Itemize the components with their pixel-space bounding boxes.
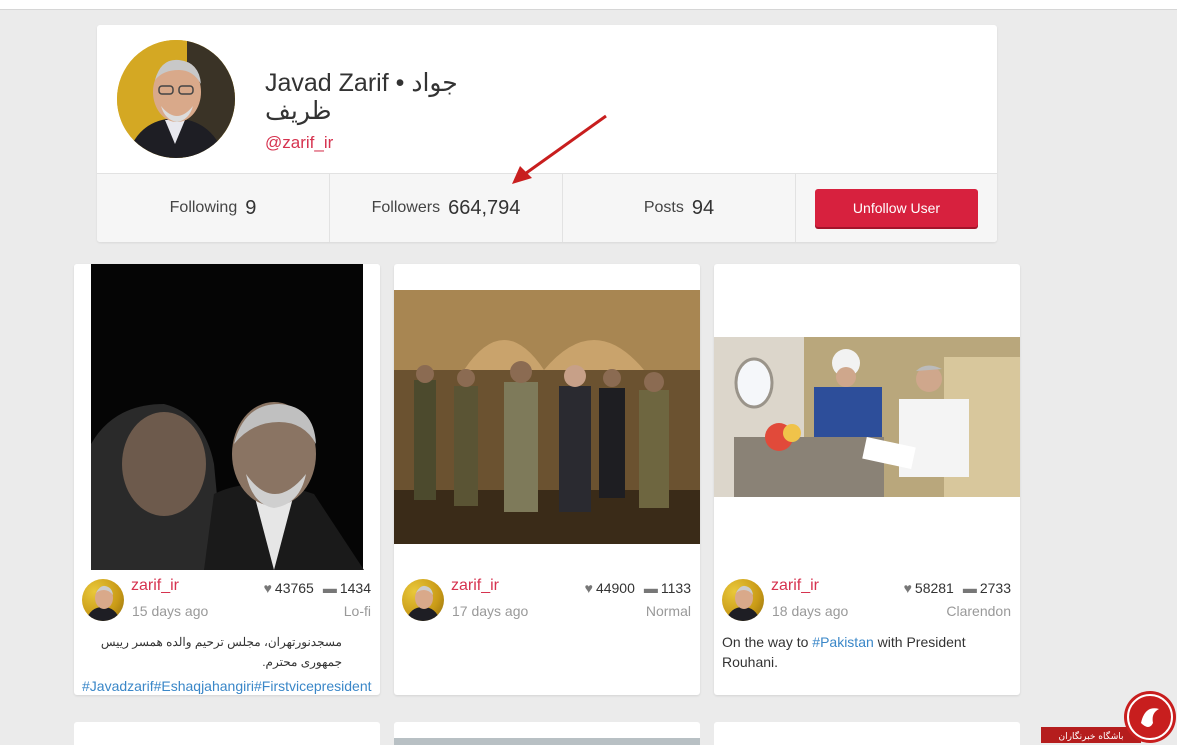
red-arrow-annotation bbox=[512, 114, 607, 184]
post-time: 15 days ago bbox=[132, 603, 209, 619]
post-filter: Lo-fi bbox=[343, 603, 371, 619]
post-image[interactable] bbox=[394, 290, 700, 544]
post-filter: Clarendon bbox=[946, 603, 1011, 619]
post-stats: ♥ 44900 ▬ 1133 bbox=[585, 580, 691, 596]
like-count: 58281 bbox=[914, 580, 954, 596]
caption-hashtag[interactable]: #Pakistan bbox=[812, 634, 873, 650]
post-image[interactable] bbox=[74, 264, 380, 570]
heart-icon[interactable]: ♥ bbox=[264, 580, 272, 596]
caption-persian: مسجدنورتهران، مجلس ترحیم والده همسر رییس… bbox=[100, 635, 342, 669]
post-card[interactable]: zarif_ir 18 days ago ♥ 58281 ▬ 2733 Clar… bbox=[714, 264, 1020, 695]
comment-icon[interactable]: ▬ bbox=[323, 580, 337, 596]
post-avatar[interactable] bbox=[82, 579, 124, 621]
profile-name-line2: ظریف bbox=[265, 97, 332, 125]
like-count: 44900 bbox=[595, 580, 635, 596]
post-card-partial[interactable] bbox=[394, 722, 700, 745]
post-username[interactable]: zarif_ir bbox=[451, 577, 499, 595]
following-count: 9 bbox=[245, 196, 257, 219]
caption-hashtags[interactable]: #Javadzarif#Eshaqjahangiri#Firstvicepres… bbox=[82, 676, 378, 695]
post-image-partial bbox=[394, 738, 700, 745]
post-caption: مسجدنورتهران، مجلس ترحیم والده همسر رییس… bbox=[82, 632, 378, 695]
post-stats: ♥ 43765 ▬ 1434 bbox=[264, 580, 371, 596]
like-count: 43765 bbox=[274, 580, 314, 596]
browser-top-edge bbox=[0, 0, 1177, 10]
followers-count: 664,794 bbox=[448, 196, 521, 219]
profile-avatar[interactable] bbox=[117, 40, 235, 158]
comment-count: 2733 bbox=[979, 580, 1011, 596]
post-avatar[interactable] bbox=[722, 579, 764, 621]
post-username[interactable]: zarif_ir bbox=[771, 577, 819, 595]
followers-label: Followers bbox=[371, 199, 441, 216]
posts-label: Posts bbox=[643, 199, 684, 216]
posts-count: 94 bbox=[691, 196, 715, 219]
post-stats: ♥ 58281 ▬ 2733 bbox=[904, 580, 1011, 596]
profile-name-line1: Javad Zarif • جواد bbox=[265, 69, 458, 97]
heart-icon[interactable]: ♥ bbox=[585, 580, 593, 596]
post-avatar[interactable] bbox=[402, 579, 444, 621]
caption-text-pre: On the way to bbox=[722, 634, 813, 650]
post-card-partial[interactable] bbox=[74, 722, 380, 745]
comment-icon[interactable]: ▬ bbox=[963, 580, 977, 596]
post-image[interactable] bbox=[714, 337, 1020, 497]
comment-icon[interactable]: ▬ bbox=[644, 580, 658, 596]
post-caption: On the way to #Pakistan with President R… bbox=[722, 632, 1018, 672]
comment-count: 1133 bbox=[660, 580, 691, 596]
unfollow-button[interactable]: Unfollow User bbox=[815, 189, 978, 227]
post-card[interactable]: zarif_ir 17 days ago ♥ 44900 ▬ 1133 Norm… bbox=[394, 264, 700, 695]
following-label: Following bbox=[169, 199, 238, 216]
following-stat[interactable]: Following 9 bbox=[97, 174, 330, 242]
post-time: 17 days ago bbox=[452, 603, 529, 619]
profile-handle[interactable]: @zarif_ir bbox=[265, 133, 333, 153]
post-username[interactable]: zarif_ir bbox=[131, 577, 179, 595]
post-card[interactable]: zarif_ir 15 days ago ♥ 43765 ▬ 1434 Lo-f… bbox=[74, 264, 380, 695]
post-filter: Normal bbox=[645, 603, 691, 619]
post-card-partial[interactable] bbox=[714, 722, 1020, 745]
profile-name: Javad Zarif • جواد ظریف bbox=[265, 69, 525, 125]
post-time: 18 days ago bbox=[772, 603, 849, 619]
comment-count: 1434 bbox=[339, 580, 371, 596]
heart-icon[interactable]: ♥ bbox=[904, 580, 912, 596]
stat-action-cell: Unfollow User bbox=[796, 174, 997, 242]
watermark-logo: باشگاه خبرنگاران bbox=[1041, 691, 1176, 743]
watermark-text: باشگاه خبرنگاران bbox=[1059, 730, 1124, 742]
